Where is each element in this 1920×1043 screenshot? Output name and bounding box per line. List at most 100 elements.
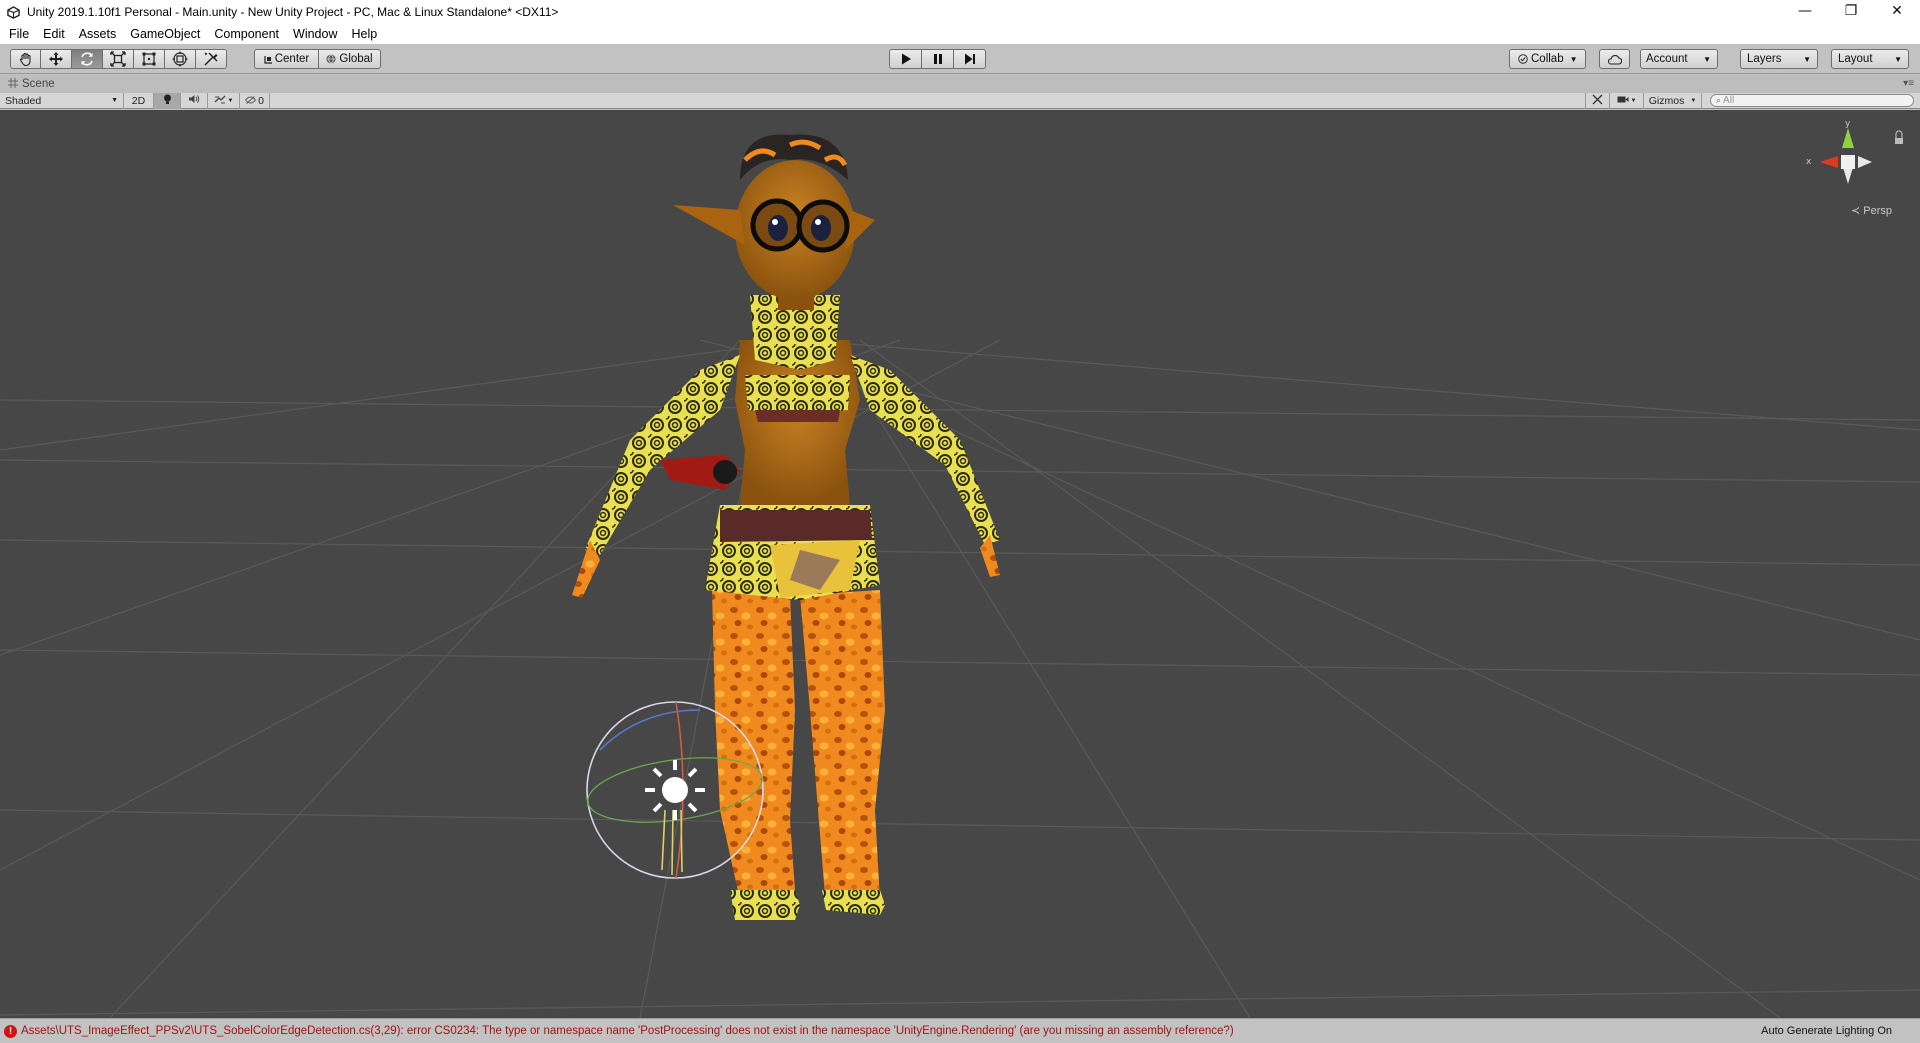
scene-tools-toggle[interactable] [1585,93,1610,109]
status-error-message[interactable]: Assets\UTS_ImageEffect_PPSv2\UTS_SobelCo… [21,1025,1234,1037]
toggle-2d-button[interactable]: 2D [124,92,154,109]
layers-label: Layers [1747,53,1782,65]
rect-tool-button[interactable] [133,49,165,69]
draw-mode-dropdown[interactable]: Shaded ▼ [0,92,124,109]
account-dropdown[interactable]: Account ▼ [1640,49,1718,69]
move-tool-button[interactable] [40,49,72,69]
close-button[interactable]: ✕ [1874,0,1920,22]
hand-tool-button[interactable] [10,49,41,69]
rect-icon [141,51,157,67]
layout-group: Layout ▼ [1831,49,1909,69]
dropdown-arrow-icon: ▼ [1690,98,1697,104]
crossed-tools-icon [1592,94,1603,108]
menu-help[interactable]: Help [344,24,384,44]
search-placeholder: All [1723,95,1735,106]
pivot-toggles: Center Global [254,49,381,69]
menu-bar: File Edit Assets GameObject Component Wi… [0,24,1920,44]
menu-gameobject[interactable]: GameObject [123,24,207,44]
rotate-tool-button[interactable] [71,49,103,69]
effects-dropdown[interactable]: ▼ [208,92,240,109]
gizmo-center[interactable] [1841,155,1855,169]
projection-label[interactable]: ≺ Persp [1851,204,1892,217]
camera-icon [1617,95,1629,107]
draw-mode-label: Shaded [5,94,42,107]
title-bar: Unity 2019.1.10f1 Personal - Main.unity … [0,0,1920,24]
tab-scene-label: Scene [22,78,55,90]
transform-icon [172,51,188,67]
play-icon [900,53,912,65]
search-icon: ⌕ [1716,95,1722,105]
tab-scene[interactable]: Scene [0,75,65,93]
account-group: Account ▼ [1640,49,1718,69]
dropdown-arrow-icon: ▼ [1894,54,1902,64]
dropdown-arrow-icon: ▼ [1569,54,1578,64]
gizmo-neg-x-axis[interactable] [1858,156,1872,168]
scale-tool-button[interactable] [102,49,134,69]
layers-group: Layers ▼ [1740,49,1818,69]
collab-group: Collab ▼ [1509,49,1586,69]
gizmos-dropdown[interactable]: Gizmos ▼ [1644,93,1702,109]
play-button[interactable] [889,49,922,69]
pivot-rotation-label: Global [339,53,373,65]
dropdown-arrow-icon: ▼ [1703,54,1711,64]
pivot-center-icon [264,55,273,64]
lighting-status: Auto Generate Lighting On [1761,1025,1892,1037]
speaker-icon [188,94,200,107]
gizmo-y-axis[interactable] [1842,128,1854,148]
lighting-toggle[interactable] [154,92,181,109]
cloud-icon [1607,54,1622,65]
playback-controls [889,49,986,69]
scene-right-tools: ▼ Gizmos ▼ [1585,93,1702,109]
pause-icon [932,53,944,65]
rotate-icon [79,51,95,67]
lightbulb-icon [163,94,172,108]
hand-icon [18,51,34,67]
dropdown-arrow-icon: ▼ [1803,54,1811,64]
hidden-count: 0 [258,94,264,107]
audio-toggle[interactable] [181,92,208,109]
restore-button[interactable]: ❐ [1828,0,1874,22]
menu-component[interactable]: Component [207,24,286,44]
tab-menu-icon[interactable]: ▾≡ [1903,78,1914,89]
layout-dropdown[interactable]: Layout ▼ [1831,49,1909,69]
lock-icon[interactable] [1895,130,1903,138]
gizmo-y-label: y [1845,119,1851,129]
projection-text: Persp [1863,205,1892,217]
layers-dropdown[interactable]: Layers ▼ [1740,49,1818,69]
custom-tool-button[interactable] [195,49,227,69]
gizmo-x-label: x [1806,157,1812,167]
menu-assets[interactable]: Assets [72,24,124,44]
pivot-mode-button[interactable]: Center [254,49,319,69]
collab-label: Collab [1531,53,1564,65]
layout-label: Layout [1838,53,1873,65]
hierarchy-search-input[interactable]: ⌕ All [1710,94,1914,107]
account-label: Account [1646,53,1688,65]
collab-dropdown[interactable]: Collab ▼ [1509,49,1586,69]
scene-viewport[interactable]: y x ≺ Persp [0,110,1920,1018]
persp-arrow-icon: ≺ [1850,205,1861,217]
status-bar[interactable]: ! Assets\UTS_ImageEffect_PPSv2\UTS_Sobel… [0,1018,1920,1043]
camera-dropdown[interactable]: ▼ [1610,93,1644,109]
scene-canvas[interactable] [0,110,1920,1018]
step-button[interactable] [953,49,986,69]
cloud-button[interactable] [1599,49,1630,69]
dropdown-arrow-icon: ▼ [1630,98,1637,104]
eye-slash-icon [244,95,257,107]
hidden-objects-toggle[interactable]: 0 [240,92,270,109]
menu-window[interactable]: Window [286,24,344,44]
check-circle-icon [1518,54,1528,64]
transform-tool-button[interactable] [164,49,196,69]
unity-logo-icon [5,4,21,20]
minimize-button[interactable]: — [1782,0,1828,22]
custom-tool-icon [203,51,219,67]
gizmo-x-axis[interactable] [1820,156,1838,168]
transform-tools [10,49,227,69]
effects-icon [214,94,226,107]
menu-file[interactable]: File [2,24,36,44]
pivot-rotation-button[interactable]: Global [318,49,381,69]
step-icon [964,53,976,65]
pause-button[interactable] [921,49,954,69]
scene-view-toolbar: Shaded ▼ 2D ▼ 0 ▼ Gizmos ▼ ⌕ All [0,92,1920,109]
menu-edit[interactable]: Edit [36,24,72,44]
character-model[interactable] [572,134,1000,920]
